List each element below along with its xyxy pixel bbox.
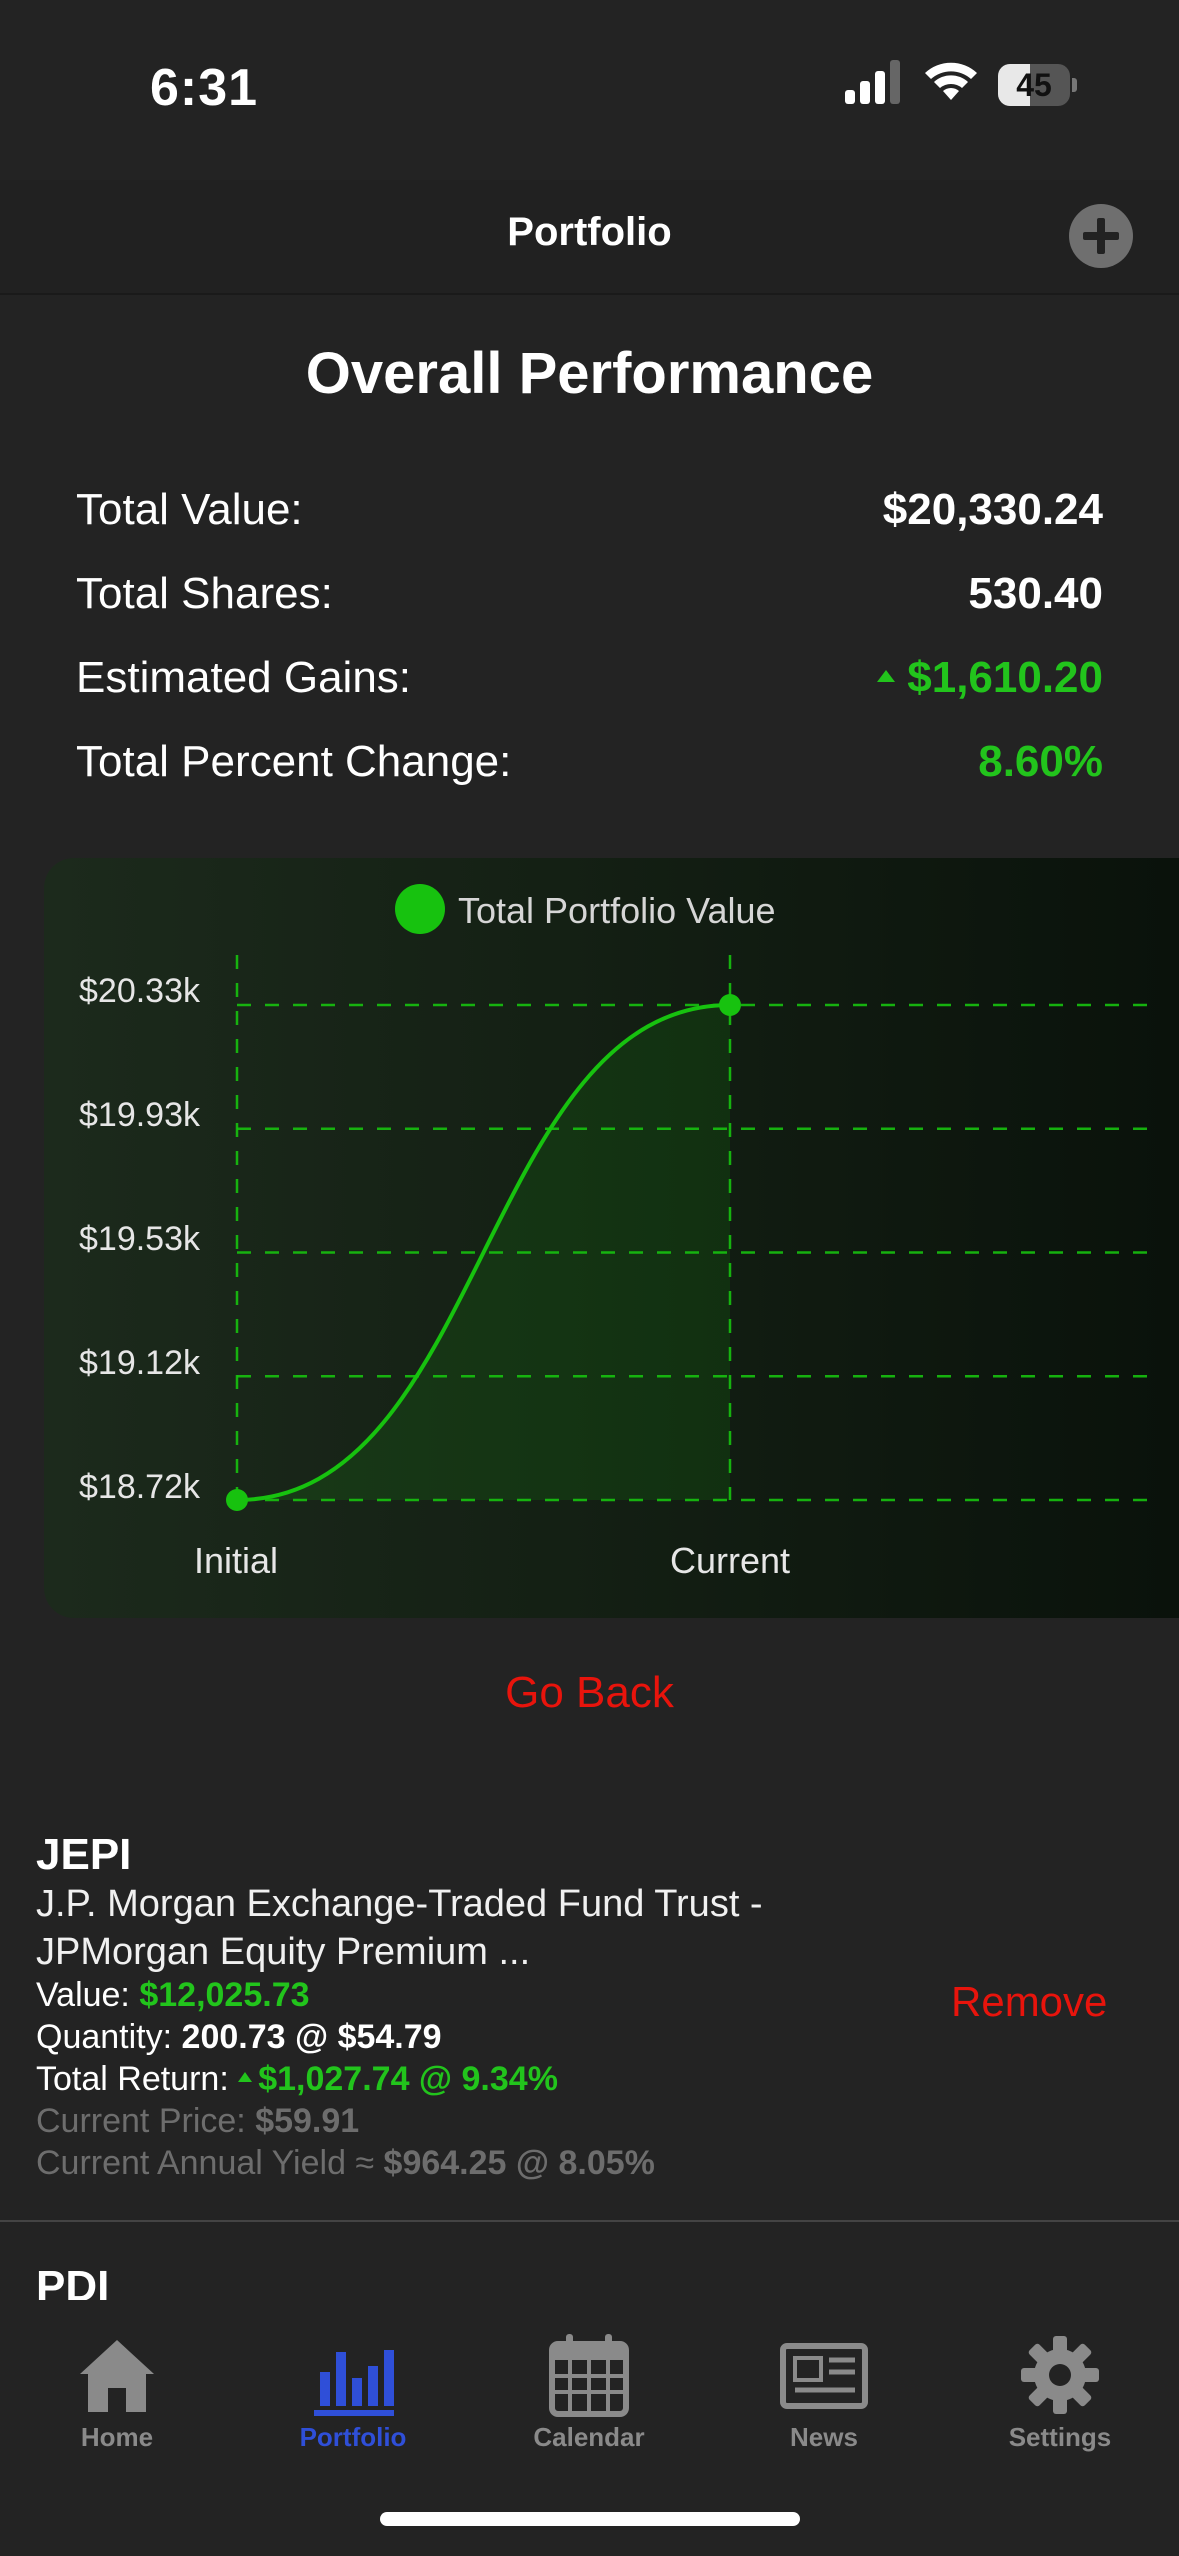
- y-tick-label: $18.72k: [79, 1468, 200, 1506]
- cellular-signal-icon: [845, 60, 900, 104]
- add-holding-button[interactable]: [1069, 204, 1133, 268]
- y-tick-label: $19.93k: [79, 1096, 200, 1134]
- home-indicator: [380, 2512, 800, 2526]
- total-value: $20,330.24: [882, 485, 1103, 534]
- holding-value: Value: $12,025.73: [36, 1976, 310, 2014]
- tab-news[interactable]: News: [724, 2330, 924, 2453]
- go-back-button[interactable]: Go Back: [0, 1668, 1179, 1718]
- portfolio-chart: [44, 858, 1179, 1618]
- holding-total-return: Total Return: $1,027.74 @ 9.34%: [36, 2060, 558, 2098]
- tab-label: Calendar: [533, 2422, 645, 2452]
- total-shares: 530.40: [968, 569, 1103, 618]
- holding-annual-yield: Current Annual Yield ≈ $964.25 @ 8.05%: [36, 2144, 655, 2182]
- overall-performance-title: Overall Performance: [305, 341, 874, 406]
- battery-icon: 45: [998, 64, 1077, 106]
- gear-icon: [1021, 2336, 1099, 2414]
- up-arrow-icon: [877, 670, 896, 683]
- bar-chart-icon: [314, 2350, 394, 2416]
- remove-button[interactable]: Remove: [951, 1978, 1107, 2026]
- tab-label: Settings: [1008, 2422, 1112, 2452]
- battery-percentage: 45: [1016, 67, 1052, 103]
- estimated-gains: $1,610.20: [877, 653, 1103, 703]
- y-tick-label: $19.53k: [79, 1220, 200, 1258]
- newspaper-icon: [780, 2343, 868, 2409]
- x-tick-label: Initial: [193, 1540, 279, 1581]
- total-percent-change: 8.60%: [978, 737, 1103, 786]
- y-tick-label: $20.33k: [79, 972, 200, 1010]
- tab-settings[interactable]: Settings: [960, 2330, 1160, 2453]
- estimated-gains-label: Estimated Gains:: [76, 653, 412, 702]
- calendar-icon: [549, 2334, 629, 2417]
- tab-label: Portfolio: [299, 2422, 407, 2452]
- page-title: Portfolio: [507, 210, 672, 254]
- tab-home[interactable]: Home: [17, 2330, 217, 2453]
- x-tick-label: Current: [669, 1540, 791, 1581]
- legend-marker: [395, 884, 445, 934]
- home-icon: [80, 2340, 154, 2412]
- up-arrow-icon: [238, 2072, 253, 2083]
- holding-quantity: Quantity: 200.73 @ $54.79: [36, 2018, 442, 2056]
- holding-symbol[interactable]: JEPI: [36, 1830, 131, 1880]
- holding-current-price: Current Price: $59.91: [36, 2102, 360, 2140]
- tab-calendar[interactable]: Calendar: [489, 2330, 689, 2453]
- total-shares-label: Total Shares:: [76, 569, 333, 618]
- tab-label: Home: [80, 2422, 154, 2452]
- holding-fund-name: J.P. Morgan Exchange-Traded Fund Trust -…: [36, 1883, 763, 1973]
- divider: [0, 2220, 1179, 2222]
- total-percent-change-label: Total Percent Change:: [76, 737, 512, 786]
- legend-label: Total Portfolio Value: [458, 890, 776, 931]
- y-tick-label: $19.12k: [79, 1344, 200, 1382]
- tab-label: News: [790, 2422, 858, 2452]
- wifi-icon: [925, 62, 977, 100]
- total-value-label: Total Value:: [76, 485, 303, 534]
- tab-portfolio[interactable]: Portfolio: [253, 2330, 453, 2453]
- status-time: 6:31: [150, 59, 259, 117]
